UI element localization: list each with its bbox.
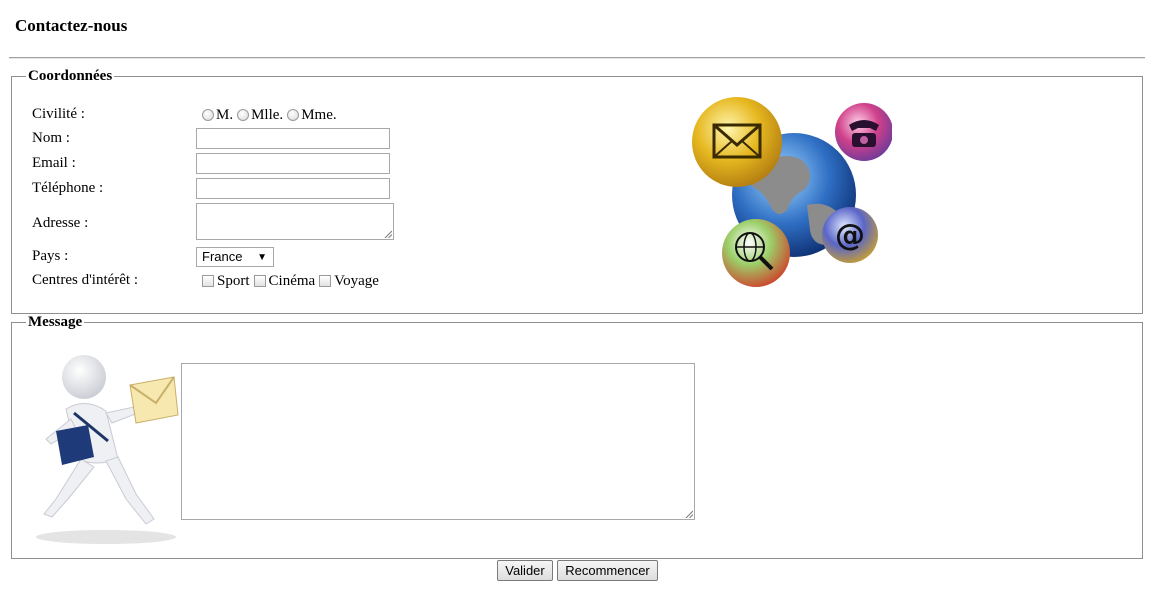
pays-select[interactable]: France ▼ xyxy=(196,247,274,267)
interet-option-label: Cinéma xyxy=(268,273,316,289)
telephone-input[interactable] xyxy=(196,178,390,199)
divider xyxy=(9,57,1145,59)
pays-label: Pays : xyxy=(32,248,69,264)
running-mail-carrier-icon xyxy=(36,355,179,544)
email-label: Email : xyxy=(32,155,76,171)
svg-text:@: @ xyxy=(835,218,865,253)
coordonnees-legend: Coordonnées xyxy=(26,68,115,85)
civilite-radio-m[interactable] xyxy=(202,109,214,121)
interet-option-label: Voyage xyxy=(334,273,379,289)
web-search-bubble-icon xyxy=(722,219,790,287)
message-legend: Message xyxy=(26,314,85,331)
nom-input[interactable] xyxy=(196,128,390,149)
civilite-option-label: Mme. xyxy=(301,107,337,123)
pays-selected-value: France xyxy=(202,249,243,264)
envelope-bubble-icon xyxy=(692,97,782,187)
civilite-option-label: Mlle. xyxy=(251,107,284,123)
submit-button[interactable]: Valider xyxy=(497,560,553,581)
resize-grip-icon[interactable] xyxy=(384,230,392,238)
reset-button[interactable]: Recommencer xyxy=(557,560,658,581)
message-textarea[interactable] xyxy=(181,363,695,520)
page-title: Contactez-nous xyxy=(15,16,128,35)
interet-checkbox-voyage[interactable] xyxy=(319,275,332,287)
interet-option-label: Sport xyxy=(217,273,250,289)
interet-checkbox-sport[interactable] xyxy=(202,275,214,287)
adresse-textarea[interactable] xyxy=(196,203,394,240)
contact-illustration: @ xyxy=(692,97,892,287)
civilite-radio-mme[interactable] xyxy=(287,109,300,121)
message-fieldset: Message xyxy=(11,314,1143,559)
adresse-label: Adresse : xyxy=(32,215,89,231)
at-sign-bubble-icon: @ xyxy=(822,207,878,263)
dropdown-arrow-icon: ▼ xyxy=(257,252,267,263)
civilite-label: Civilité : xyxy=(32,106,85,122)
interets-checkbox-group: Sport Cinéma Voyage xyxy=(201,272,382,290)
interet-checkbox-cinema[interactable] xyxy=(253,275,266,287)
coordonnees-fieldset: Coordonnées Civilité : M. Mlle. Mme. Nom… xyxy=(11,68,1143,314)
email-input[interactable] xyxy=(196,153,390,174)
telephone-bubble-icon xyxy=(835,103,892,161)
telephone-label: Téléphone : xyxy=(32,180,104,196)
civilite-radio-mlle[interactable] xyxy=(237,109,250,121)
civilite-radio-group: M. Mlle. Mme. xyxy=(201,106,340,124)
resize-grip-icon[interactable] xyxy=(685,510,693,518)
interets-label: Centres d'intérêt : xyxy=(32,272,139,288)
civilite-option-label: M. xyxy=(216,107,234,123)
nom-label: Nom : xyxy=(32,130,70,146)
